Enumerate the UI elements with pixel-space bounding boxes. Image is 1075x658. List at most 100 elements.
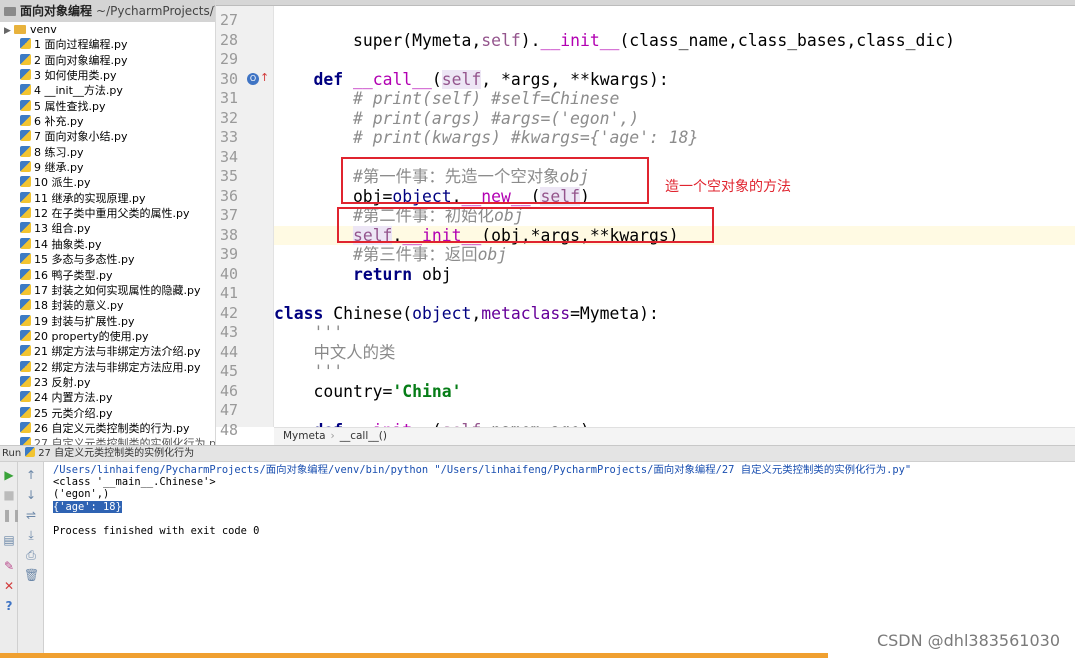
trash-icon[interactable]: 🗑 <box>24 568 39 582</box>
code-line-40: return obj <box>352 264 452 284</box>
tree-file-item[interactable]: 13 组合.py <box>0 221 215 236</box>
run-panel-header[interactable]: Run 27 自定义元类控制类的实例化行为 <box>0 445 1075 462</box>
pause-icon[interactable]: ❚❚ <box>2 508 22 522</box>
editor-gutter: 27 28 29 30 O ↑ 31 32 33 34 35 36 37 38 39 40 41 42 43 44 45… <box>216 6 274 439</box>
tree-file-item[interactable]: 16 鸭子类型.py <box>0 268 215 283</box>
override-marker-icon[interactable]: O <box>247 72 259 85</box>
breadcrumb-method[interactable]: __call__() <box>340 430 387 442</box>
python-file-icon <box>20 391 31 403</box>
console-line: ('egon',) <box>53 488 110 501</box>
tree-file-item[interactable]: 25 元类介绍.py <box>0 406 215 421</box>
tree-file-item[interactable]: 7 面向对象小结.py <box>0 129 215 144</box>
file-list: 1 面向过程编程.py 2 面向对象编程.py 3 如何使用类.py 4 __init… <box>0 37 215 445</box>
line-number: 46 <box>219 381 238 400</box>
tree-file-item[interactable]: 2 面向对象编程.py <box>0 53 215 68</box>
python-file-icon <box>20 207 31 219</box>
tree-file-label: 4 __init__方法.py <box>34 84 123 98</box>
tree-file-label: 22 绑定方法与非绑定方法应用.py <box>34 360 201 374</box>
implements-arrow-icon[interactable]: ↑ <box>260 71 269 84</box>
help-icon[interactable]: ? <box>2 599 16 613</box>
console-line-selected: {'age': 18} <box>53 500 1075 513</box>
tree-file-item[interactable]: 18 封装的意义.py <box>0 298 215 313</box>
tree-file-item[interactable]: 17 封装之如何实现属性的隐藏.py <box>0 283 215 298</box>
tree-folder-venv[interactable]: ▶ venv <box>0 22 215 37</box>
tree-file-item[interactable]: 5 属性查找.py <box>0 99 215 114</box>
tree-file-item[interactable]: 27 自定义元类控制类的实例化行为.py <box>0 436 215 445</box>
tree-file-label: 24 内置方法.py <box>34 391 113 405</box>
print-icon[interactable]: ⎙ <box>24 548 38 562</box>
project-tree[interactable]: 面向对象编程~/PycharmProjects/面向对 ▶ venv 1 面向过程… <box>0 0 216 445</box>
chevron-right-icon[interactable]: ▶ <box>4 24 14 37</box>
line-number: 40 <box>219 264 238 283</box>
tree-file-item[interactable]: 15 多态与多态性.py <box>0 252 215 267</box>
tree-file-item[interactable]: 1 面向过程编程.py <box>0 37 215 52</box>
down-arrow-icon[interactable]: ↓ <box>24 488 38 502</box>
tree-file-item[interactable]: 10 派生.py <box>0 175 215 190</box>
project-name: 面向对象编程 <box>20 4 93 18</box>
tree-file-item[interactable]: 24 内置方法.py <box>0 390 215 405</box>
tree-file-label: 23 反射.py <box>34 375 91 389</box>
tree-file-item[interactable]: 22 绑定方法与非绑定方法应用.py <box>0 360 215 375</box>
code-line-43: ''' <box>313 323 344 342</box>
python-file-icon <box>20 191 31 203</box>
python-file-icon <box>20 314 31 326</box>
stop-icon[interactable]: ■ <box>2 488 16 502</box>
code-line-44: 中文人的类 <box>313 342 396 362</box>
tree-file-item[interactable]: 8 练习.py <box>0 145 215 160</box>
tree-file-label: 21 绑定方法与非绑定方法介绍.py <box>34 345 201 359</box>
project-root[interactable]: 面向对象编程~/PycharmProjects/面向对 <box>0 0 215 22</box>
tree-file-item[interactable]: 9 继承.py <box>0 160 215 175</box>
code-line-32: # print(args) #args=('egon',) <box>352 108 640 128</box>
tree-file-label: 15 多态与多态性.py <box>34 253 135 267</box>
tree-file-item[interactable]: 3 如何使用类.py <box>0 68 215 83</box>
python-file-icon <box>20 84 31 96</box>
python-file-icon <box>20 222 31 234</box>
close-icon[interactable]: ✕ <box>2 579 16 593</box>
folder-icon <box>4 7 16 16</box>
tree-file-item[interactable]: 26 自定义元类控制类的行为.py <box>0 421 215 436</box>
breadcrumb-class[interactable]: Mymeta <box>283 430 326 442</box>
pin-icon[interactable]: ✎ <box>2 559 16 573</box>
scroll-to-end-icon[interactable]: ⤓ <box>24 528 38 542</box>
line-number: 47 <box>219 401 238 419</box>
python-file-icon <box>20 268 31 280</box>
line-number: 39 <box>219 245 238 263</box>
tree-file-label: 14 抽象类.py <box>34 237 102 251</box>
tree-file-label: 17 封装之如何实现属性的隐藏.py <box>34 283 201 297</box>
tree-file-item[interactable]: 19 封装与扩展性.py <box>0 314 215 329</box>
tree-file-item[interactable]: 20 property的使用.py <box>0 329 215 344</box>
line-number: 38 <box>219 225 238 244</box>
tree-file-label: 27 自定义元类控制类的实例化行为.py <box>34 437 215 445</box>
python-file-icon <box>25 447 36 457</box>
console-output[interactable]: /Users/linhaifeng/PycharmProjects/面向对象编程… <box>44 462 1075 652</box>
code-line-39: #第三件事：返回obj <box>352 245 508 264</box>
run-config-name[interactable]: 27 自定义元类控制类的实例化行为 <box>38 448 194 459</box>
line-number: 34 <box>219 147 238 166</box>
python-file-icon <box>20 69 31 81</box>
up-arrow-icon[interactable]: ↑ <box>24 468 38 482</box>
python-file-icon <box>20 53 31 65</box>
tree-file-item[interactable]: 4 __init__方法.py <box>0 83 215 98</box>
tree-file-item[interactable]: 6 补充.py <box>0 114 215 129</box>
tree-file-item[interactable]: 12 在子类中重用父类的属性.py <box>0 206 215 221</box>
python-file-icon <box>20 345 31 357</box>
tree-file-item[interactable]: 11 继承的实现原理.py <box>0 191 215 206</box>
soft-wrap-icon[interactable]: ⇌ <box>24 508 38 522</box>
line-number: 28 <box>219 30 238 49</box>
run-icon[interactable]: ▶ <box>2 468 16 482</box>
tree-file-label: 3 如何使用类.py <box>34 69 117 83</box>
tree-file-label: 25 元类介绍.py <box>34 406 113 420</box>
tree-file-item[interactable]: 21 绑定方法与非绑定方法介绍.py <box>0 344 215 359</box>
code-line-28: super(Mymeta,self).__init__(class_name,c… <box>352 30 955 50</box>
folder-icon <box>14 25 26 34</box>
tree-file-item[interactable]: 14 抽象类.py <box>0 237 215 252</box>
tree-file-item[interactable]: 23 反射.py <box>0 375 215 390</box>
console-line: Process finished with exit code 0 <box>53 524 260 537</box>
layout-icon[interactable]: ▤ <box>2 533 16 547</box>
line-number: 32 <box>219 108 238 127</box>
breadcrumb[interactable]: Mymeta › __call__() <box>274 427 1075 445</box>
python-file-icon <box>20 130 31 142</box>
tree-file-label: 8 练习.py <box>34 145 84 159</box>
